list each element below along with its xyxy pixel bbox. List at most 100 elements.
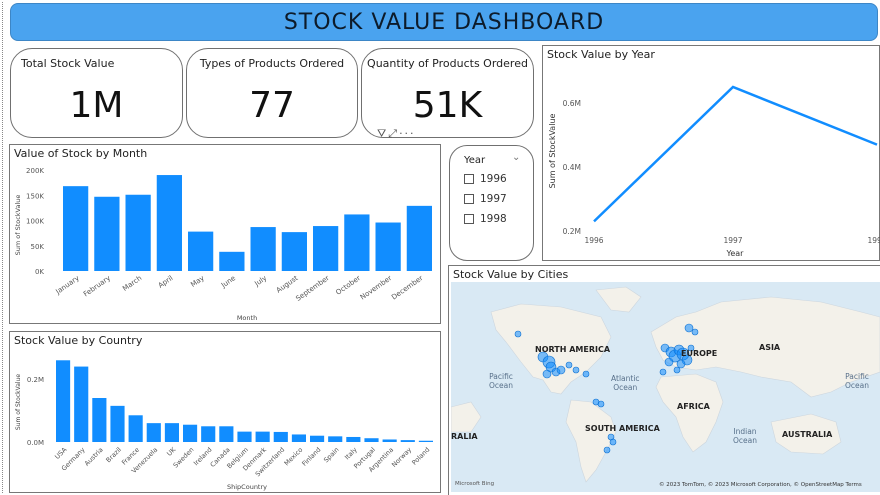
y-tick-label: 0.4M	[563, 163, 581, 172]
y-tick-label: 0.6M	[563, 99, 581, 108]
x-tick-label: October	[334, 274, 362, 297]
x-tick-label: Italy	[343, 446, 359, 462]
y-axis-title: Sum of StockValue	[15, 374, 22, 430]
month-bar	[125, 194, 151, 271]
x-tick-label: January	[54, 274, 81, 296]
slicer-option-1998[interactable]: 1998	[464, 213, 507, 225]
city-bubble	[676, 359, 686, 369]
card-value: 1M	[69, 85, 124, 126]
country-bar	[291, 434, 306, 442]
option-label: 1996	[480, 173, 507, 185]
option-label: 1998	[480, 213, 507, 225]
country-bar	[74, 366, 89, 442]
x-tick-label: August	[275, 274, 300, 295]
month-bar	[406, 205, 432, 271]
y-axis-title: Sum of StockValue	[548, 114, 557, 189]
month-bar	[281, 232, 307, 271]
label-south-america: SOUTH AMERICA	[585, 424, 660, 433]
x-tick-label: Poland	[410, 446, 431, 467]
month-bar	[219, 251, 245, 271]
country-bar	[219, 426, 234, 442]
x-tick-label: Austria	[83, 446, 105, 468]
month-chart-panel[interactable]: Value of Stock by Month 0K 50K 100K 150K 200…	[9, 144, 441, 324]
chevron-down-icon[interactable]: ⌄	[512, 152, 520, 163]
country-bar	[255, 431, 270, 442]
x-tick-label: UK	[165, 445, 178, 458]
y-tick-label: 0.2M	[563, 227, 581, 236]
page-edge	[2, 2, 6, 493]
month-bar	[94, 196, 120, 271]
card-value: 51K	[412, 85, 483, 126]
dashboard-title-bar: STOCK VALUE DASHBOARD	[10, 3, 878, 41]
x-tick-label: May	[189, 274, 205, 289]
x-tick-label: Spain	[322, 446, 341, 465]
city-bubble	[664, 357, 674, 367]
x-axis-title: ShipCountry	[227, 483, 267, 491]
visual-header-icons[interactable]: ⛛⤢···	[377, 127, 416, 141]
card-total-stock-value[interactable]: Total Stock Value 1M	[10, 48, 183, 138]
city-bubble	[597, 400, 605, 408]
x-tick-label: Finland	[300, 446, 322, 468]
x-tick-label: 1998	[867, 236, 880, 245]
country-chart-panel[interactable]: Stock Value by Country 0.0M 0.2M USA German…	[9, 331, 441, 493]
slicer-option-1996[interactable]: 1996	[464, 173, 507, 185]
slicer-option-1997[interactable]: 1997	[464, 193, 507, 205]
card-product-types[interactable]: Types of Products Ordered 77	[186, 48, 358, 138]
label-pacific-ocean: Pacific Ocean	[489, 372, 513, 390]
card-value: 77	[249, 85, 295, 126]
label-atlantic-ocean: Atlantic Ocean	[611, 374, 640, 392]
city-bubble	[556, 365, 566, 375]
city-bubble	[659, 368, 667, 376]
country-bar	[346, 436, 361, 442]
world-map[interactable]: NORTH AMERICA EUROPE ASIA AFRICA SOUTH A…	[451, 282, 880, 492]
filter-icon[interactable]: ⛛	[377, 127, 388, 140]
year-line	[593, 85, 878, 223]
country-bar	[364, 438, 379, 442]
y-axis-title: Sum of StockValue	[14, 195, 22, 256]
month-bar	[63, 186, 89, 271]
focus-mode-icon[interactable]: ⤢	[388, 127, 399, 140]
dashboard-title: STOCK VALUE DASHBOARD	[283, 9, 605, 35]
country-bar	[310, 435, 325, 442]
checkbox[interactable]	[464, 214, 474, 224]
y-tick-label: 50K	[31, 243, 45, 251]
label-asia: ASIA	[759, 343, 781, 352]
y-tick-label: 0.0M	[27, 439, 44, 447]
month-chart: 0K 50K 100K 150K 200K January February March Apr…	[14, 167, 432, 322]
city-bubble	[684, 323, 694, 333]
map-bubbles	[514, 323, 699, 454]
map-title: Stock Value by Cities	[453, 268, 569, 281]
y-tick-label: 150K	[26, 192, 44, 200]
x-tick-label: September	[294, 274, 330, 303]
city-bubble	[542, 369, 552, 379]
x-tick-label: Norway	[390, 446, 413, 469]
checkbox[interactable]	[464, 174, 474, 184]
x-axis-title: Year	[726, 249, 745, 258]
month-bar	[156, 175, 182, 271]
label-pacific-ocean-right: Pacific Ocean	[845, 372, 869, 390]
year-slicer[interactable]: Year ⌄ 1996 1997 1998	[449, 145, 534, 261]
year-chart-panel[interactable]: Stock Value by Year 0.2M 0.4M 0.6M 1996 1997…	[542, 45, 880, 261]
card-quantity-ordered[interactable]: Quantity of Products Ordered 51K	[361, 48, 534, 138]
label-north-america: NORTH AMERICA	[535, 345, 611, 354]
card-label: Total Stock Value	[21, 57, 115, 70]
country-bar	[237, 431, 252, 442]
x-tick-label: 1996	[584, 236, 603, 245]
x-tick-label: USA	[53, 445, 69, 461]
country-bar	[418, 440, 433, 442]
x-tick-label: March	[121, 274, 143, 293]
label-australia: AUSTRALIA	[782, 430, 833, 439]
x-axis-title: Month	[237, 314, 257, 322]
country-bar	[328, 436, 343, 442]
city-bubble	[691, 328, 699, 336]
map-attribution[interactable]: © 2023 TomTom, © 2023 Microsoft Corporat…	[659, 482, 862, 488]
bing-logo: Microsoft Bing	[455, 481, 495, 487]
x-tick-label: February	[82, 274, 112, 298]
label-indian-ocean: Indian Ocean	[733, 427, 757, 445]
month-bar	[375, 222, 401, 271]
checkbox[interactable]	[464, 194, 474, 204]
more-options-icon[interactable]: ···	[399, 127, 416, 140]
country-bar	[382, 439, 397, 442]
country-bar	[56, 360, 71, 442]
month-bar	[313, 226, 339, 271]
